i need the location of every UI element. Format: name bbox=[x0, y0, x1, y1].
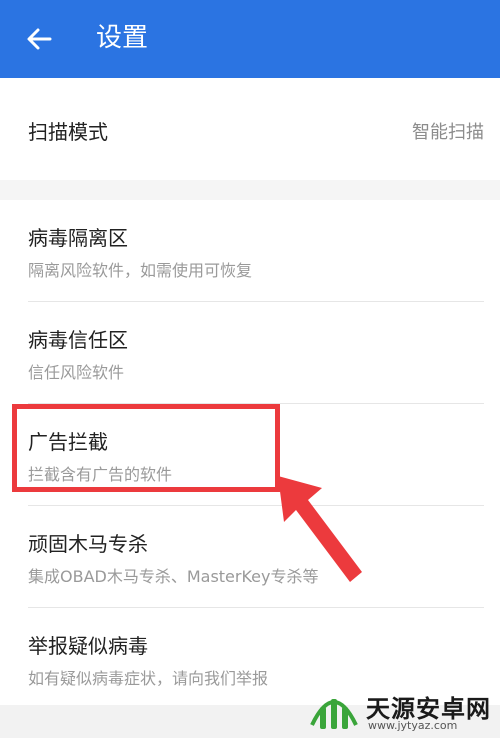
scan-mode-section: 扫描模式 智能扫描 bbox=[0, 78, 500, 180]
watermark-url: www.jytyaz.com bbox=[368, 719, 458, 732]
list-item-title: 病毒隔离区 bbox=[28, 226, 128, 250]
scan-mode-row[interactable]: 扫描模式 智能扫描 bbox=[0, 78, 500, 180]
watermark-logo: 天源安卓网 www.jytyaz.com bbox=[304, 683, 500, 738]
list-item-subtitle: 如有疑似病毒症状，请向我们举报 bbox=[28, 669, 269, 688]
list-item-trojan-killer[interactable]: 顽固木马专杀 集成OBAD木马专杀、MasterKey专杀等 bbox=[0, 506, 500, 607]
red-pointer-arrow-icon bbox=[278, 476, 362, 582]
list-item-quarantine[interactable]: 病毒隔离区 隔离风险软件，如需使用可恢复 bbox=[0, 200, 500, 301]
list-item-subtitle: 信任风险软件 bbox=[28, 363, 125, 382]
back-arrow-icon bbox=[27, 28, 52, 50]
back-button[interactable] bbox=[18, 18, 60, 60]
list-item-title: 举报疑似病毒 bbox=[28, 634, 148, 658]
list-item-subtitle: 隔离风险软件，如需使用可恢复 bbox=[28, 261, 253, 280]
scan-mode-label: 扫描模式 bbox=[28, 120, 108, 144]
android-logo-icon bbox=[310, 699, 358, 729]
app-bar: 设置 bbox=[0, 0, 500, 78]
list-item-trust-zone[interactable]: 病毒信任区 信任风险软件 bbox=[0, 302, 500, 403]
list-item-title: 病毒信任区 bbox=[28, 328, 128, 352]
highlight-box bbox=[12, 404, 280, 492]
list-item-title: 顽固木马专杀 bbox=[28, 532, 148, 556]
page-title: 设置 bbox=[96, 23, 149, 53]
scan-mode-value: 智能扫描 bbox=[412, 122, 484, 143]
